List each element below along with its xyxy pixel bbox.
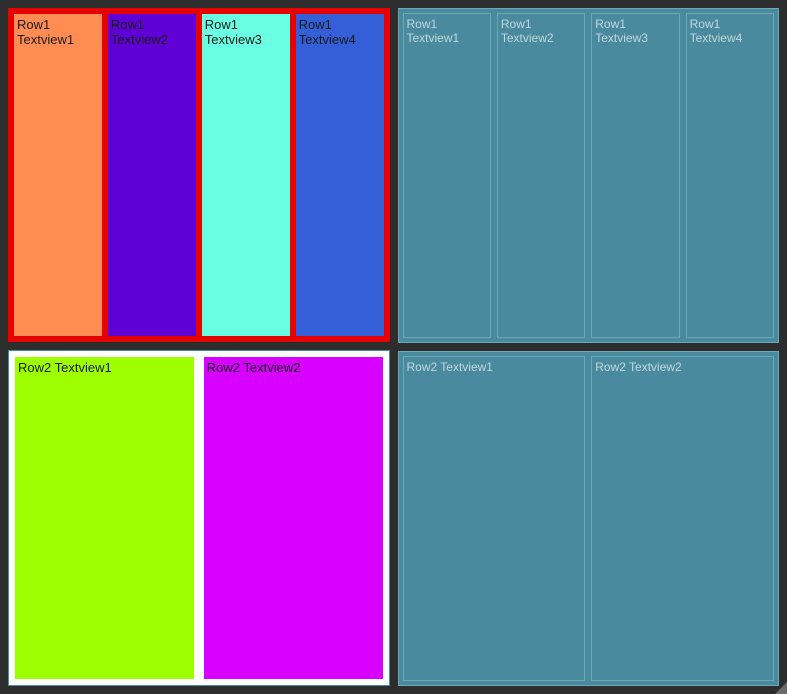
left-row1-cell4: Row1 Textview4: [296, 14, 384, 336]
left-row-2: Row2 Textview1 Row2 Textview2: [8, 350, 390, 686]
left-row1-cell2: Row1 Textview2: [108, 14, 196, 336]
right-row2-cell2: Row2 Textview2: [591, 356, 774, 681]
right-row2-cell1: Row2 Textview1: [403, 356, 586, 681]
right-row-2: Row2 Textview1 Row2 Textview2: [398, 351, 780, 686]
right-row1-cell1: Row1 Textview1: [403, 13, 491, 338]
right-row1-cell3: Row1 Textview3: [591, 13, 679, 338]
resize-handle-icon[interactable]: [775, 682, 787, 694]
right-row1-cell2: Row1 Textview2: [497, 13, 585, 338]
right-row-1: Row1 Textview1 Row1 Textview2 Row1 Textv…: [398, 8, 780, 343]
main-container: Row1 Textview1 Row1 Textview2 Row1 Textv…: [8, 8, 779, 686]
left-row2-cell2: Row2 Textview2: [204, 357, 383, 679]
right-panel: Row1 Textview1 Row1 Textview2 Row1 Textv…: [398, 8, 780, 686]
right-row1-cell4: Row1 Textview4: [686, 13, 774, 338]
left-row2-cell1: Row2 Textview1: [15, 357, 194, 679]
left-panel: Row1 Textview1 Row1 Textview2 Row1 Textv…: [8, 8, 390, 686]
left-row1-cell1: Row1 Textview1: [14, 14, 102, 336]
left-row-1: Row1 Textview1 Row1 Textview2 Row1 Textv…: [8, 8, 390, 342]
left-row1-cell3: Row1 Textview3: [202, 14, 290, 336]
